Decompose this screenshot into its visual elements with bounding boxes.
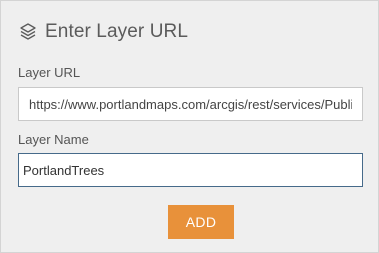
layer-url-input[interactable] <box>18 87 363 121</box>
layer-url-label: Layer URL <box>18 65 81 80</box>
enter-layer-url-panel: Enter Layer URL Layer URL Layer Name ADD <box>0 0 379 253</box>
layers-icon <box>18 22 38 42</box>
panel-title: Enter Layer URL <box>45 21 189 42</box>
layer-name-input[interactable] <box>18 153 363 187</box>
layer-name-label: Layer Name <box>18 132 89 147</box>
add-button[interactable]: ADD <box>168 205 234 239</box>
panel-header: Enter Layer URL <box>18 18 188 46</box>
